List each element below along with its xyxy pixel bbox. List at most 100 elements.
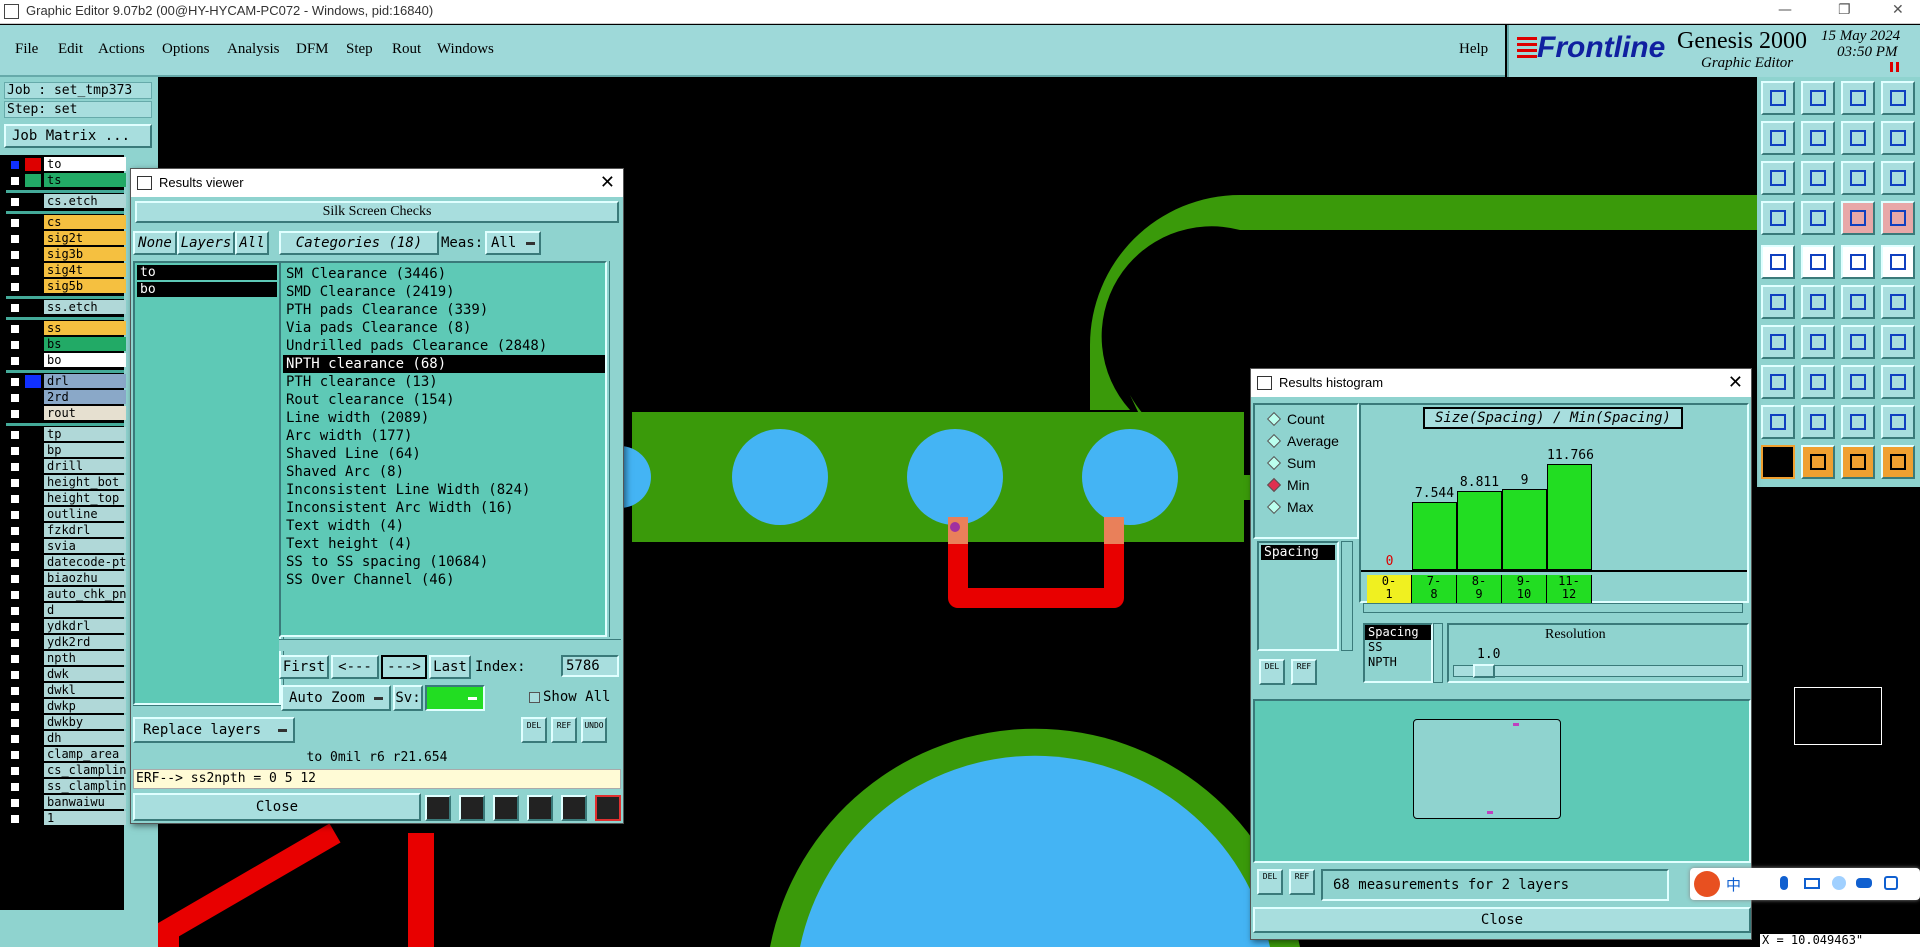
layer-color-swatch[interactable] — [25, 174, 41, 187]
layer-color-swatch[interactable] — [25, 652, 41, 665]
trace-icon[interactable] — [1801, 365, 1835, 399]
layer-checkbox[interactable] — [10, 510, 20, 520]
connect-icon[interactable] — [1841, 285, 1875, 319]
show-all-checkbox[interactable] — [529, 692, 540, 703]
layer-checkbox[interactable] — [10, 494, 20, 504]
layer-name[interactable]: datecode-pt — [44, 555, 128, 569]
layer-checkbox[interactable] — [10, 638, 20, 648]
layer-row-svia[interactable]: svia — [6, 539, 128, 554]
layer-row-ss.etch[interactable]: ss.etch — [6, 300, 128, 315]
category-item[interactable]: SMD Clearance (2419) — [283, 283, 605, 301]
attribute-list[interactable]: Spacing — [1257, 541, 1339, 651]
menu-analysis[interactable]: Analysis — [227, 41, 280, 58]
layer-name[interactable]: biaozhu — [44, 571, 128, 585]
next-button[interactable]: ---> — [381, 655, 427, 679]
bookmark-icon[interactable] — [425, 795, 451, 821]
layer-row-banwaiwu[interactable]: banwaiwu — [6, 795, 128, 810]
menu-options[interactable]: Options — [162, 41, 210, 58]
layer-name[interactable]: ss_clampline — [44, 779, 128, 793]
layer-checkbox[interactable] — [10, 558, 20, 568]
histogram-icon[interactable] — [595, 795, 621, 821]
layer-row-dwkl[interactable]: dwkl — [6, 683, 128, 698]
layer-checkbox[interactable] — [10, 234, 20, 244]
tools-icon[interactable] — [1884, 876, 1898, 890]
result-layer-item[interactable]: to — [137, 265, 277, 280]
layer-row-ss_clampline[interactable]: ss_clampline — [6, 779, 128, 794]
route-icon[interactable] — [1761, 325, 1795, 359]
auto-zoom-select[interactable]: Auto Zoom — [281, 685, 391, 711]
mode-radio-max[interactable]: Max — [1266, 499, 1313, 515]
menu-edit[interactable]: Edit — [58, 41, 83, 58]
layer-color-swatch[interactable] — [25, 338, 41, 351]
category-list[interactable]: SM Clearance (3446) SMD Clearance (2419) P… — [279, 261, 607, 637]
menu-rout[interactable]: Rout — [392, 41, 421, 58]
close-icon[interactable]: ✕ — [600, 169, 615, 197]
layer-name[interactable]: dwk — [44, 667, 128, 681]
layer-row-to[interactable]: to — [6, 157, 128, 172]
menu-step[interactable]: Step — [346, 41, 373, 58]
histogram-bar[interactable] — [1547, 464, 1592, 570]
category-item[interactable]: SS Over Channel (46) — [283, 571, 605, 589]
export-icon[interactable] — [1801, 121, 1835, 155]
restore-icon[interactable]: ❐ — [1838, 2, 1851, 18]
measure-icon[interactable] — [1761, 201, 1795, 235]
job-matrix-button[interactable]: Job Matrix ... — [4, 124, 152, 148]
layer-list-hscroll[interactable] — [133, 705, 281, 717]
last-button[interactable]: Last — [429, 655, 471, 679]
layout-icon[interactable] — [1881, 81, 1915, 115]
layer-checkbox[interactable] — [10, 622, 20, 632]
layer-color-swatch[interactable] — [25, 322, 41, 335]
mic-icon[interactable] — [1780, 876, 1788, 890]
pad-icon[interactable] — [1761, 245, 1795, 279]
category-list-hscroll[interactable] — [279, 639, 621, 651]
layer-row-rout[interactable]: rout — [6, 406, 128, 421]
layer-row-bp[interactable]: bp — [6, 443, 128, 458]
home-icon[interactable] — [1841, 81, 1875, 115]
layer-name[interactable]: ydkdrl — [44, 619, 128, 633]
layer-row-bs[interactable]: bs — [6, 337, 128, 352]
chart-hscroll[interactable] — [1363, 603, 1743, 613]
layer-checkbox[interactable] — [10, 324, 20, 334]
resolution-slider-thumb[interactable] — [1473, 664, 1495, 678]
layer-row-tp[interactable]: tp — [6, 427, 128, 442]
attribute-list-vscroll[interactable] — [1341, 541, 1353, 651]
menu-dfm[interactable]: DFM — [296, 41, 329, 58]
layer-color-swatch[interactable] — [25, 264, 41, 277]
layer-color-swatch[interactable] — [25, 428, 41, 441]
layer-name[interactable]: dh — [44, 731, 128, 745]
layer-color-swatch[interactable] — [25, 748, 41, 761]
layer-checkbox[interactable] — [10, 750, 20, 760]
report-icon[interactable] — [527, 795, 553, 821]
undo-icon[interactable]: UNDO — [581, 717, 607, 743]
snap-icon[interactable] — [1841, 201, 1875, 235]
skin-icon[interactable] — [1832, 876, 1846, 890]
histogram-bar[interactable] — [1412, 502, 1457, 570]
arc-icon[interactable] — [1881, 285, 1915, 319]
category-item[interactable]: Shaved Arc (8) — [283, 463, 605, 481]
category-item[interactable]: Text width (4) — [283, 517, 605, 535]
mode-radio-sum[interactable]: Sum — [1266, 455, 1316, 471]
layer-row-dwk[interactable]: dwk — [6, 667, 128, 682]
layer-checkbox[interactable] — [10, 814, 20, 824]
category-item[interactable]: SS to SS spacing (10684) — [283, 553, 605, 571]
layer-row-outline[interactable]: outline — [6, 507, 128, 522]
import-icon[interactable] — [1761, 121, 1795, 155]
layer-checkbox[interactable] — [10, 734, 20, 744]
bin-range-label[interactable]: 9- 10 — [1502, 575, 1547, 603]
spacing-icon[interactable] — [1841, 365, 1875, 399]
layer-name[interactable]: cs — [44, 215, 128, 229]
result-layer-item[interactable]: bo — [137, 282, 277, 297]
layer-color-swatch[interactable] — [25, 604, 41, 617]
layer-checkbox[interactable] — [10, 303, 20, 313]
layer-name[interactable]: bs — [44, 337, 128, 351]
layer-name[interactable]: npth — [44, 651, 128, 665]
align-icon[interactable] — [1881, 325, 1915, 359]
layer-checkbox[interactable] — [10, 670, 20, 680]
category-item[interactable]: Rout clearance (154) — [283, 391, 605, 409]
layer-row-height_bot[interactable]: height_bot — [6, 475, 128, 490]
layer-name[interactable]: tp — [44, 427, 128, 441]
layer-checkbox[interactable] — [10, 654, 20, 664]
layer-color-swatch[interactable] — [25, 444, 41, 457]
layer-checkbox[interactable] — [10, 266, 20, 276]
frame-icon[interactable] — [1841, 405, 1875, 439]
